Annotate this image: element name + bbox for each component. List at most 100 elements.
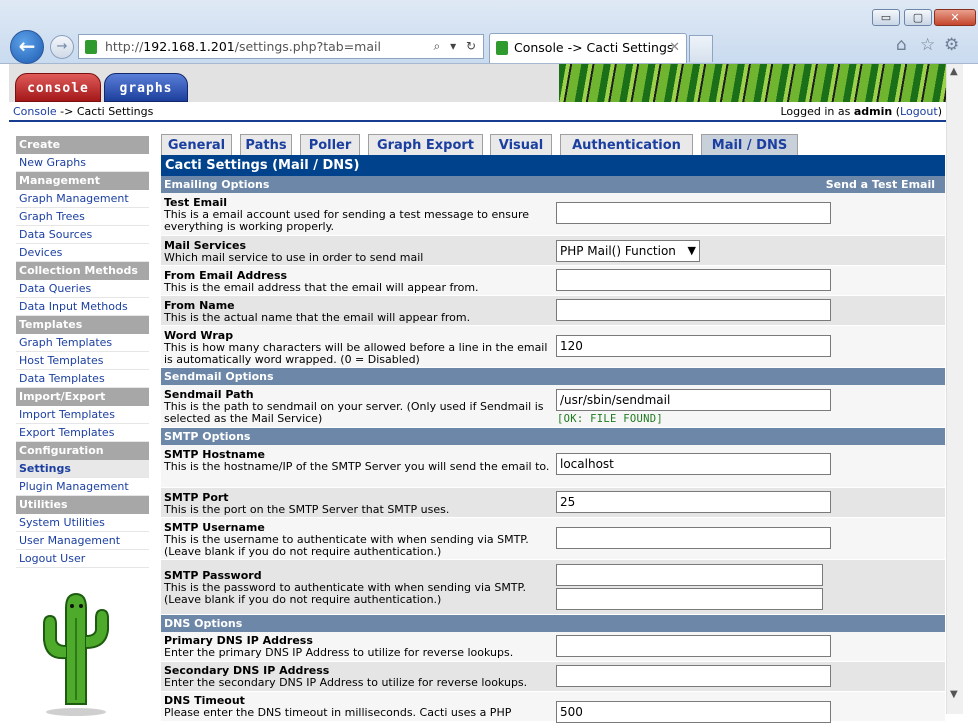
login-status: Logged in as admin (Logout) (780, 102, 942, 121)
smtp-port-input[interactable]: 25 (556, 491, 831, 513)
cacti-header: console graphs (9, 64, 946, 102)
dns-timeout-input[interactable]: 500 (556, 701, 831, 723)
sidebar-item-host-templates[interactable]: Host Templates (16, 352, 149, 370)
word-wrap-input[interactable]: 120 (556, 335, 831, 357)
forward-button[interactable]: → (50, 35, 74, 59)
minimize-button[interactable]: ▭ (872, 9, 900, 26)
word-wrap-desc: This is how many characters will be allo… (164, 341, 548, 366)
tab-title: Console -> Cacti Settings (514, 40, 674, 55)
section-emailing-options: Emailing Options Send a Test Email (161, 176, 945, 193)
test-email-desc: This is a email account used for sending… (164, 208, 529, 233)
sidebar-item-settings[interactable]: Settings (16, 460, 149, 478)
primary-dns-row: Primary DNS IP Address Enter the primary … (161, 632, 945, 662)
secondary-dns-row: Secondary DNS IP Address Enter the second… (161, 662, 945, 692)
new-tab-button[interactable] (689, 35, 713, 62)
page-title: Cacti Settings (Mail / DNS) (161, 155, 945, 176)
section-smtp-options: SMTP Options (161, 428, 945, 445)
sidebar-item-data-sources[interactable]: Data Sources (16, 226, 149, 244)
section-smtp-title: SMTP Options (164, 430, 251, 443)
scroll-up-icon[interactable]: ▲ (950, 66, 958, 77)
vertical-scrollbar[interactable]: ▲ ▼ (946, 64, 963, 714)
graphs-tab[interactable]: graphs (104, 73, 188, 102)
from-email-row: From Email Address This is the email addr… (161, 266, 945, 296)
mail-services-select[interactable]: PHP Mail() Function ▼ (556, 240, 700, 262)
console-tab[interactable]: console (15, 73, 101, 102)
smtp-password-confirm-input[interactable] (556, 588, 823, 610)
from-name-desc: This is the actual name that the email w… (164, 311, 471, 324)
smtp-password-input[interactable] (556, 564, 823, 586)
logout-link[interactable]: Logout (900, 105, 938, 118)
dns-timeout-desc: Please enter the DNS timeout in millisec… (164, 706, 512, 719)
sidebar-item-data-input-methods[interactable]: Data Input Methods (16, 298, 149, 316)
address-bar[interactable]: http://192.168.1.201/settings.php?tab=ma… (78, 34, 484, 59)
tab-visual[interactable]: Visual (490, 134, 552, 156)
cactus-banner-image (559, 64, 946, 102)
sidebar-item-graph-trees[interactable]: Graph Trees (16, 208, 149, 226)
mail-services-row: Mail Services Which mail service to use i… (161, 236, 945, 266)
tab-mail-dns[interactable]: Mail / DNS (701, 134, 798, 156)
smtp-hostname-input[interactable]: localhost (556, 453, 831, 475)
close-window-button[interactable]: ✕ (934, 9, 976, 26)
url-path: /settings.php?tab=mail (234, 39, 381, 54)
secondary-dns-desc: Enter the secondary DNS IP Address to ut… (164, 676, 528, 689)
sidebar-item-graph-management[interactable]: Graph Management (16, 190, 149, 208)
back-button[interactable]: ← (10, 30, 44, 64)
sendmail-path-row: Sendmail Path This is the path to sendmai… (161, 385, 945, 428)
sidebar-item-devices[interactable]: Devices (16, 244, 149, 262)
cactus-logo-icon (43, 592, 109, 716)
sidebar-item-system-utilities[interactable]: System Utilities (16, 514, 149, 532)
login-prefix: Logged in as (780, 105, 854, 118)
smtp-port-row: SMTP Port This is the port on the SMTP Se… (161, 488, 945, 518)
from-name-input[interactable] (556, 299, 831, 321)
tab-close-icon[interactable]: ✕ (669, 34, 680, 62)
secondary-dns-input[interactable] (556, 665, 831, 687)
sidebar-item-data-templates[interactable]: Data Templates (16, 370, 149, 388)
tab-poller[interactable]: Poller (300, 134, 360, 156)
sidebar-item-plugin-management[interactable]: Plugin Management (16, 478, 149, 496)
primary-dns-desc: Enter the primary DNS IP Address to util… (164, 646, 514, 659)
sidebar-header-management: Management (16, 172, 149, 190)
sidebar-item-new-graphs[interactable]: New Graphs (16, 154, 149, 172)
sendmail-path-input[interactable]: /usr/sbin/sendmail (556, 389, 831, 411)
breadcrumb-console-link[interactable]: Console (13, 105, 57, 118)
home-icon[interactable]: ⌂ (896, 35, 907, 55)
tab-paths[interactable]: Paths (240, 134, 292, 156)
sidebar-item-import-templates[interactable]: Import Templates (16, 406, 149, 424)
smtp-hostname-desc: This is the hostname/IP of the SMTP Serv… (164, 460, 550, 473)
section-sendmail-title: Sendmail Options (164, 370, 274, 383)
sidebar-item-user-management[interactable]: User Management (16, 532, 149, 550)
sidebar-item-logout-user[interactable]: Logout User (16, 550, 149, 568)
tab-authentication[interactable]: Authentication (560, 134, 693, 156)
settings-tabs: General Paths Poller Graph Export Visual Auth… (161, 134, 946, 156)
search-dropdown-icon[interactable]: ⌕ ▾ (434, 39, 460, 53)
sidebar-header-create: Create (16, 136, 149, 154)
tab-graph-export[interactable]: Graph Export (368, 134, 483, 156)
smtp-username-input[interactable] (556, 527, 831, 549)
sidebar-menu: Create New Graphs Management Graph Manageme… (16, 136, 149, 568)
from-name-row: From Name This is the actual name that th… (161, 296, 945, 326)
breadcrumb-separator: -> (56, 105, 77, 118)
breadcrumb: Console -> Cacti Settings Logged in as a… (9, 102, 946, 122)
tab-general[interactable]: General (161, 134, 232, 156)
scroll-down-icon[interactable]: ▼ (950, 689, 958, 700)
maximize-button[interactable]: ▢ (904, 9, 932, 26)
browser-tab[interactable]: Console -> Cacti Settings ✕ (489, 33, 687, 63)
sidebar-item-export-templates[interactable]: Export Templates (16, 424, 149, 442)
refresh-icon[interactable]: ↻ (466, 39, 479, 53)
logout-paren-open: ( (892, 105, 901, 118)
sidebar-item-data-queries[interactable]: Data Queries (16, 280, 149, 298)
tools-gear-icon[interactable]: ⚙ (944, 35, 959, 55)
test-email-row: Test Email This is a email account used f… (161, 193, 945, 236)
dns-timeout-row: DNS Timeout Please enter the DNS timeout … (161, 692, 945, 723)
smtp-hostname-row: SMTP Hostname This is the hostname/IP of … (161, 445, 945, 488)
test-email-input[interactable] (556, 202, 831, 224)
logout-paren-close: ) (937, 105, 942, 118)
send-test-email-link[interactable]: Send a Test Email (826, 176, 935, 193)
sidebar-header-utilities: Utilities (16, 496, 149, 514)
smtp-port-desc: This is the port on the SMTP Server that… (164, 503, 450, 516)
primary-dns-input[interactable] (556, 635, 831, 657)
sidebar-item-graph-templates[interactable]: Graph Templates (16, 334, 149, 352)
from-email-input[interactable] (556, 269, 831, 291)
settings-form: Cacti Settings (Mail / DNS) Emailing Opt… (161, 155, 945, 723)
favorites-star-icon[interactable]: ☆ (920, 35, 935, 55)
